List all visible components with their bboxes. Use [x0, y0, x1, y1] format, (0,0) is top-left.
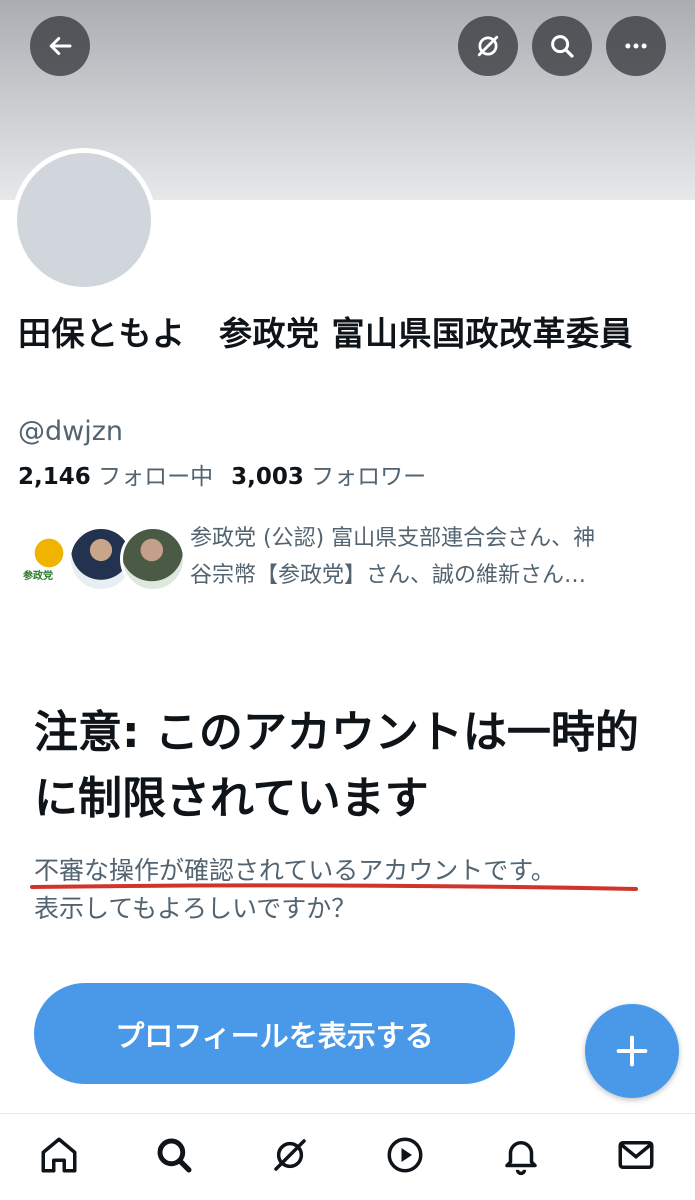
more-button[interactable] [606, 16, 666, 76]
followed-by-text: 参政党 (公認) 富山県支部連合会さん、神 谷宗幣【参政党】さん、誠の維新さん… [190, 520, 680, 594]
back-button[interactable] [30, 16, 90, 76]
nav-notifications[interactable] [498, 1132, 544, 1178]
nav-grok[interactable] [267, 1132, 313, 1178]
search-button[interactable] [532, 16, 592, 76]
avatar[interactable] [12, 148, 156, 292]
back-arrow-icon [49, 37, 72, 55]
grok-icon [477, 35, 499, 57]
grok-button[interactable] [458, 16, 518, 76]
followers-link[interactable]: 3,003 フォロワー [231, 464, 426, 490]
bottom-nav [0, 1113, 695, 1200]
followed-by-logo-text: 参政党 [23, 571, 53, 582]
nav-messages[interactable] [613, 1132, 659, 1178]
compose-button[interactable] [585, 1004, 679, 1098]
more-icon [625, 43, 647, 49]
restriction-warning-title: 注意: このアカウントは一時的に制限されています [34, 707, 639, 824]
followed-by-line-2: 谷宗幣【参政党】さん、誠の維新さん… [190, 563, 587, 588]
followed-by[interactable]: 参政党 参政党 (公認) 富山県支部連合会さん、神 谷宗幣【参政党】さん、誠の維… [16, 518, 676, 598]
search-icon [157, 1138, 192, 1173]
plus-icon [616, 1035, 648, 1067]
search-icon [551, 35, 574, 58]
followers-label: フォロワー [311, 464, 427, 490]
following-label: フォロー中 [98, 464, 214, 490]
nav-search[interactable] [151, 1132, 197, 1178]
bell-icon [504, 1141, 537, 1176]
followed-by-line-1: 参政党 (公認) 富山県支部連合会さん、神 [190, 526, 596, 551]
following-count: 2,146 [18, 464, 91, 490]
grok-icon [274, 1139, 306, 1171]
nav-video[interactable] [382, 1132, 428, 1178]
nav-home[interactable] [36, 1132, 82, 1178]
play-icon [387, 1137, 423, 1173]
follow-stats: 2,146 フォロー中 3,003 フォロワー [18, 457, 426, 491]
profile-handle: @dwjzn [18, 416, 124, 447]
view-profile-button[interactable]: プロフィールを表示する [34, 983, 515, 1084]
followed-by-avatar-3 [120, 526, 186, 592]
home-icon [41, 1137, 77, 1173]
mail-icon [618, 1141, 654, 1169]
profile-name: 田保ともよ 参政党 富山県国政改革委員 [18, 314, 633, 353]
warning-subtitle-line-2: 表示してもよろしいですか？ [34, 894, 357, 923]
annotation-underline [30, 883, 638, 891]
followers-count: 3,003 [231, 464, 304, 490]
following-link[interactable]: 2,146 フォロー中 [18, 464, 213, 490]
